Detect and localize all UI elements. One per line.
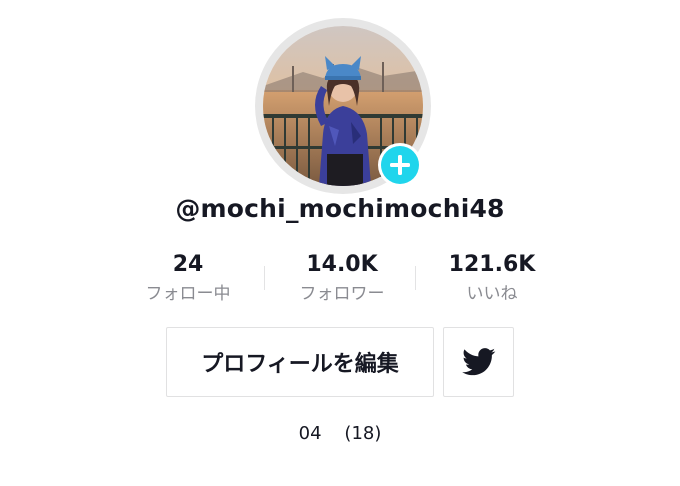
likes-count: 121.6K <box>448 252 536 277</box>
likes-stat[interactable]: 121.6K いいね <box>424 250 560 307</box>
stat-divider <box>264 266 265 290</box>
edit-profile-label: プロフィールを編集 <box>201 352 399 377</box>
following-label: フォロー中 <box>145 284 231 304</box>
followers-count: 14.0K <box>306 252 378 277</box>
stat-divider <box>415 266 416 290</box>
following-count: 24 <box>172 252 204 277</box>
plus-icon <box>390 155 410 175</box>
twitter-button[interactable] <box>443 327 514 397</box>
bio-text: 04 (18) <box>298 423 382 444</box>
twitter-bird-icon <box>461 348 495 376</box>
following-stat[interactable]: 24 フォロー中 <box>120 250 256 307</box>
add-avatar-button[interactable] <box>378 143 422 187</box>
followers-label: フォロワー <box>299 284 385 304</box>
username: @mochi_mochimochi48 <box>175 194 505 223</box>
plus-icon-circle <box>381 146 419 184</box>
edit-profile-button[interactable]: プロフィールを編集 <box>166 327 434 397</box>
likes-label: いいね <box>466 284 518 304</box>
followers-stat[interactable]: 14.0K フォロワー <box>274 250 410 307</box>
